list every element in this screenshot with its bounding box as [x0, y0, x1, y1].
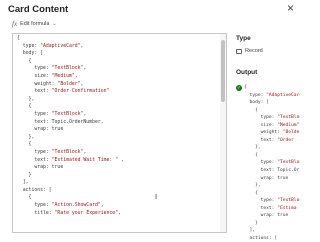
code-line: type: "TextBlock", [17, 66, 87, 72]
code-line: text: "Estimated Wait Time: " , [17, 157, 124, 163]
code-line: body: [ [17, 51, 43, 57]
type-heading: Type [236, 35, 251, 42]
code-line: { [244, 152, 258, 158]
fx-icon: fx [12, 20, 18, 28]
code-line: type: "AdaptiveCard", [17, 43, 84, 49]
code-line: text: Topic.OrderNumber, [17, 119, 104, 125]
code-line: { [17, 58, 32, 64]
code-line: text: "Estima [244, 205, 297, 211]
text-cursor-icon: I [155, 193, 158, 201]
type-value-row: Record [236, 48, 263, 54]
editor-scrollbar-thumb[interactable] [221, 40, 225, 102]
code-line: type: "TextBlock", [244, 115, 300, 121]
output-heading: Output [236, 69, 258, 76]
code-line: { [17, 195, 32, 201]
code-line: }, [244, 145, 261, 151]
code-line: body: [ [244, 100, 269, 106]
panel-title: Card Content [8, 4, 69, 15]
code-line: wrap: true [17, 165, 64, 171]
code-line: type: "TextBlock", [17, 111, 87, 117]
close-icon[interactable]: × [287, 2, 294, 14]
code-line: text: "Order Confirmation" [17, 89, 110, 95]
code-line: text: "Order [244, 137, 294, 143]
code-line: }, [17, 96, 35, 102]
code-line: type: "TextBlock", [244, 198, 300, 204]
code-line: wrap: true [17, 127, 64, 133]
code-line: }, [17, 134, 35, 140]
code-line: { [244, 107, 258, 113]
code-line: size: "Medium", [17, 73, 78, 79]
code-line: title: "Rate your Experience", [17, 210, 121, 216]
code-line: type: "Action.ShowCard", [17, 203, 104, 209]
code-line: }, [244, 183, 261, 189]
edit-formula-label: Edit formula [20, 21, 50, 27]
code-line: { [244, 190, 258, 196]
output-panel: ✓ { type: "AdaptiveCard", body: [ { type… [236, 84, 300, 242]
code-line: ], [17, 180, 29, 186]
code-line: type: "TextBlock", [244, 160, 300, 166]
code-line: ], [244, 228, 256, 234]
code-line: wrap: true [244, 175, 289, 181]
code-line: weight: "Bolder", [17, 81, 84, 87]
code-lines: { type: "AdaptiveCard", body: [ { type: … [17, 35, 218, 217]
code-line: weight: "Bolder", [244, 130, 300, 136]
editor-scrollbar[interactable] [220, 34, 226, 232]
code-line: { [17, 142, 32, 148]
code-line: text: Topic.Or [244, 168, 300, 174]
type-value: Record [245, 48, 263, 54]
code-line: size: "Medium", [244, 122, 300, 128]
code-line: } [17, 172, 32, 178]
code-line: { [244, 85, 247, 90]
output-lines: { type: "AdaptiveCard", body: [ { type: … [244, 84, 300, 242]
code-line: { [17, 36, 20, 41]
code-line: type: "TextBlock", [17, 149, 87, 155]
record-icon [236, 48, 242, 54]
formula-editor[interactable]: { type: "AdaptiveCard", body: [ { type: … [12, 33, 227, 233]
check-circle-icon: ✓ [236, 85, 242, 91]
code-line: { [17, 104, 32, 110]
code-line: type: "AdaptiveCard", [244, 92, 300, 98]
chevron-down-icon: ⌄ [52, 21, 57, 27]
code-line: } [244, 220, 258, 226]
edit-formula-button[interactable]: fx Edit formula ⌄ [12, 20, 57, 28]
code-line: actions: [ [244, 235, 278, 241]
code-line: actions: [ [17, 187, 52, 193]
code-line: wrap: true [244, 213, 289, 219]
